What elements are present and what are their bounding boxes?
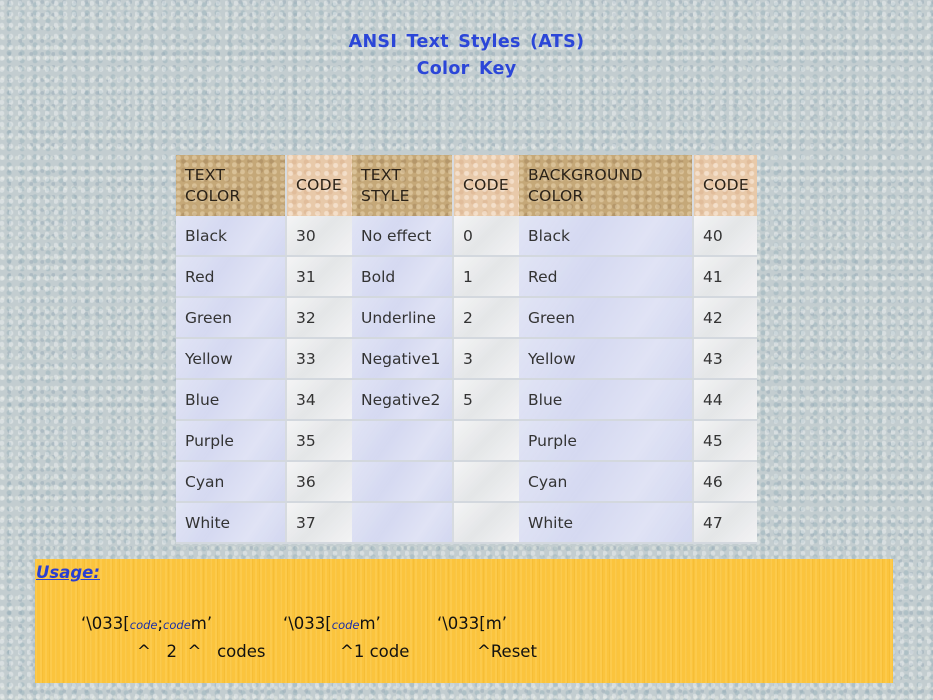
cell-text-style: Negative1 xyxy=(352,338,453,380)
header-background-color-line2: COLOR xyxy=(528,186,584,205)
table-row: Cyan 36 Cyan 46 xyxy=(176,461,757,503)
color-key-table: TEXT COLOR CODE TEXT STYLE CODE BACKGROU… xyxy=(176,155,757,544)
header-background-color: BACKGROUND COLOR xyxy=(519,155,693,216)
cell-text-color-code: 32 xyxy=(285,297,352,339)
cell-background-color: Blue xyxy=(519,379,693,421)
cell-text-color: Red xyxy=(176,256,286,298)
cell-background-color: Green xyxy=(519,297,693,339)
example2-prefix: ‘\033[ xyxy=(283,614,332,633)
usage-example-one-code: ‘\033[codem’ xyxy=(283,614,381,633)
header-code-3: CODE xyxy=(692,155,757,216)
cell-text-style xyxy=(352,461,453,503)
usage-note-two-codes: ^ 2 ^ codes xyxy=(137,642,266,661)
table-row: Black 30 No effect 0 Black 40 xyxy=(176,216,757,257)
cell-background-color-code: 40 xyxy=(692,216,757,257)
cell-background-color: Purple xyxy=(519,420,693,462)
example2-suffix: m’ xyxy=(359,614,381,633)
title-line-1: ANSI Text Styles (ATS) xyxy=(348,32,585,52)
cell-background-color: White xyxy=(519,502,693,544)
cell-text-style-code: 3 xyxy=(452,338,519,380)
cell-background-color: Cyan xyxy=(519,461,693,503)
cell-background-color: Black xyxy=(519,216,693,257)
example1-prefix: ‘\033[ xyxy=(81,614,130,633)
table-row: Purple 35 Purple 45 xyxy=(176,420,757,462)
cell-text-style: No effect xyxy=(352,216,453,257)
cell-background-color-code: 43 xyxy=(692,338,757,380)
header-text-color-line1: TEXT xyxy=(185,165,226,184)
cell-text-color: Black xyxy=(176,216,286,257)
cell-background-color-code: 47 xyxy=(692,502,757,544)
example1-code-a: code xyxy=(129,618,158,632)
header-text-style: TEXT STYLE xyxy=(352,155,453,216)
cell-text-style xyxy=(352,502,453,544)
example2-code: code xyxy=(331,618,360,632)
cell-text-color-code: 36 xyxy=(285,461,352,503)
usage-note-one-code: ^1 code xyxy=(340,642,410,661)
cell-background-color-code: 46 xyxy=(692,461,757,503)
cell-text-color: Cyan xyxy=(176,461,286,503)
cell-background-color: Yellow xyxy=(519,338,693,380)
example1-suffix: m’ xyxy=(190,614,213,633)
title-line-2: Color Key xyxy=(416,59,517,79)
cell-text-color: Blue xyxy=(176,379,286,421)
cell-text-style-code xyxy=(452,420,519,462)
usage-label: Usage: xyxy=(36,563,100,582)
cell-text-color-code: 33 xyxy=(285,338,352,380)
header-text-style-line2: STYLE xyxy=(361,186,410,205)
usage-panel: Usage: ‘\033[code;codem’ ‘\033[codem’ ‘\… xyxy=(35,559,893,683)
header-background-color-line1: BACKGROUND xyxy=(528,165,643,184)
cell-text-style-code: 0 xyxy=(452,216,519,257)
cell-text-style: Negative2 xyxy=(352,379,453,421)
table-row: Green 32 Underline 2 Green 42 xyxy=(176,297,757,339)
header-code-1: CODE xyxy=(285,155,352,216)
cell-text-color-code: 34 xyxy=(285,379,352,421)
cell-text-color: Yellow xyxy=(176,338,286,380)
cell-text-color-code: 37 xyxy=(285,502,352,544)
cell-text-style: Underline xyxy=(352,297,453,339)
table-row: White 37 White 47 xyxy=(176,502,757,544)
header-text-color: TEXT COLOR xyxy=(176,155,286,216)
cell-text-color-code: 30 xyxy=(285,216,352,257)
header-text-style-line1: TEXT xyxy=(361,165,402,184)
cell-text-color: White xyxy=(176,502,286,544)
cell-text-color: Purple xyxy=(176,420,286,462)
usage-example-two-codes: ‘\033[code;codem’ xyxy=(81,614,212,633)
cell-text-color: Green xyxy=(176,297,286,339)
table-row: Blue 34 Negative2 5 Blue 44 xyxy=(176,379,757,421)
cell-text-style xyxy=(352,420,453,462)
cell-text-color-code: 31 xyxy=(285,256,352,298)
cell-text-color-code: 35 xyxy=(285,420,352,462)
cell-background-color-code: 45 xyxy=(692,420,757,462)
header-code-2: CODE xyxy=(452,155,519,216)
table-row: Yellow 33 Negative1 3 Yellow 43 xyxy=(176,338,757,380)
cell-background-color-code: 42 xyxy=(692,297,757,339)
cell-background-color-code: 41 xyxy=(692,256,757,298)
usage-note-reset: ^Reset xyxy=(477,642,537,661)
cell-text-style-code: 5 xyxy=(452,379,519,421)
table-body: Black 30 No effect 0 Black 40 Red 31 Bold 1 Red 41 G… xyxy=(176,216,757,544)
cell-background-color: Red xyxy=(519,256,693,298)
example1-code-b: code xyxy=(163,618,191,632)
cell-background-color-code: 44 xyxy=(692,379,757,421)
cell-text-style-code: 1 xyxy=(452,256,519,298)
cell-text-style-code xyxy=(452,502,519,544)
table-header-row: TEXT COLOR CODE TEXT STYLE CODE BACKGROU… xyxy=(176,155,757,216)
page-title: ANSI Text Styles (ATS) Color Key xyxy=(0,29,933,83)
table-row: Red 31 Bold 1 Red 41 xyxy=(176,256,757,298)
cell-text-style-code xyxy=(452,461,519,503)
usage-example-reset: ‘\033[m’ xyxy=(437,614,508,633)
header-text-color-line2: COLOR xyxy=(185,186,241,205)
cell-text-style-code: 2 xyxy=(452,297,519,339)
cell-text-style: Bold xyxy=(352,256,453,298)
